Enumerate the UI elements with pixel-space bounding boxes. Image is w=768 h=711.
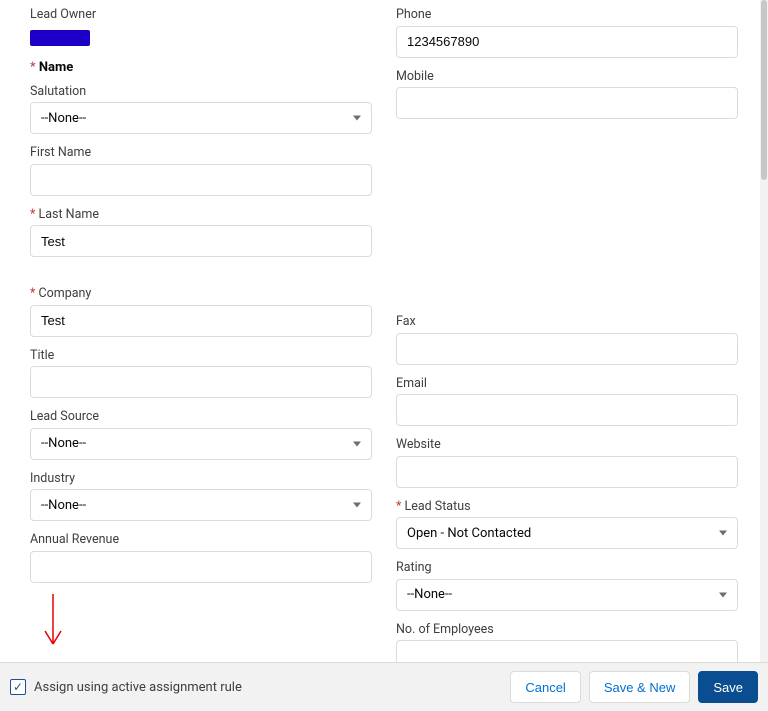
- lead-status-select[interactable]: Open - Not Contacted: [396, 517, 738, 549]
- chevron-down-icon: [719, 531, 727, 536]
- website-label: Website: [396, 436, 738, 454]
- no-employees-field: No. of Employees: [396, 621, 738, 663]
- last-name-field: Last Name: [30, 206, 372, 258]
- last-name-label: Last Name: [30, 206, 372, 224]
- mobile-field: Mobile: [396, 68, 738, 120]
- chevron-down-icon: [719, 592, 727, 597]
- scrollbar-thumb[interactable]: [761, 0, 767, 180]
- fax-field: Fax: [396, 313, 738, 365]
- industry-field: Industry --None--: [30, 470, 372, 522]
- last-name-input[interactable]: [30, 225, 372, 257]
- assign-rule-checkbox[interactable]: ✓: [10, 679, 26, 695]
- footer-bar: ✓ Assign using active assignment rule Ca…: [0, 662, 768, 711]
- title-input[interactable]: [30, 366, 372, 398]
- chevron-down-icon: [353, 441, 361, 446]
- annual-revenue-field: Annual Revenue: [30, 531, 372, 583]
- chevron-down-icon: [353, 503, 361, 508]
- save-button[interactable]: Save: [698, 671, 758, 703]
- chevron-down-icon: [353, 116, 361, 121]
- company-label: Company: [30, 285, 372, 303]
- lead-owner-value-redacted: [30, 30, 90, 46]
- industry-select[interactable]: --None--: [30, 489, 372, 521]
- name-heading: Name: [30, 60, 372, 75]
- annual-revenue-input[interactable]: [30, 551, 372, 583]
- company-input[interactable]: [30, 305, 372, 337]
- assign-rule-label: Assign using active assignment rule: [34, 680, 242, 695]
- phone-field: Phone: [396, 6, 738, 58]
- right-column: Phone Mobile Fax Email Website Lead Stat…: [396, 0, 738, 662]
- left-column: Lead Owner Name Salutation --None-- Firs…: [30, 0, 372, 662]
- rating-field: Rating --None--: [396, 559, 738, 611]
- no-employees-input[interactable]: [396, 640, 738, 662]
- title-label: Title: [30, 347, 372, 365]
- assign-rule-option[interactable]: ✓ Assign using active assignment rule: [10, 679, 242, 695]
- first-name-input[interactable]: [30, 164, 372, 196]
- lead-owner-field: Lead Owner: [30, 6, 372, 46]
- email-label: Email: [396, 375, 738, 393]
- mobile-input[interactable]: [396, 87, 738, 119]
- email-field: Email: [396, 375, 738, 427]
- first-name-label: First Name: [30, 144, 372, 162]
- phone-input[interactable]: [396, 26, 738, 58]
- title-field: Title: [30, 347, 372, 399]
- phone-label: Phone: [396, 6, 738, 24]
- lead-status-field: Lead Status Open - Not Contacted: [396, 498, 738, 550]
- fax-label: Fax: [396, 313, 738, 331]
- website-field: Website: [396, 436, 738, 488]
- salutation-field: Salutation --None--: [30, 83, 372, 135]
- first-name-field: First Name: [30, 144, 372, 196]
- website-input[interactable]: [396, 456, 738, 488]
- scrollbar-track[interactable]: [760, 0, 768, 662]
- lead-source-label: Lead Source: [30, 408, 372, 426]
- company-field: Company: [30, 285, 372, 337]
- lead-source-select[interactable]: --None--: [30, 428, 372, 460]
- rating-select[interactable]: --None--: [396, 579, 738, 611]
- fax-input[interactable]: [396, 333, 738, 365]
- lead-status-label: Lead Status: [396, 498, 738, 516]
- email-input[interactable]: [396, 394, 738, 426]
- mobile-label: Mobile: [396, 68, 738, 86]
- save-and-new-button[interactable]: Save & New: [589, 671, 691, 703]
- cancel-button[interactable]: Cancel: [510, 671, 580, 703]
- lead-source-field: Lead Source --None--: [30, 408, 372, 460]
- no-employees-label: No. of Employees: [396, 621, 738, 639]
- salutation-label: Salutation: [30, 83, 372, 101]
- industry-label: Industry: [30, 470, 372, 488]
- lead-owner-label: Lead Owner: [30, 6, 372, 24]
- salutation-select[interactable]: --None--: [30, 102, 372, 134]
- annual-revenue-label: Annual Revenue: [30, 531, 372, 549]
- rating-label: Rating: [396, 559, 738, 577]
